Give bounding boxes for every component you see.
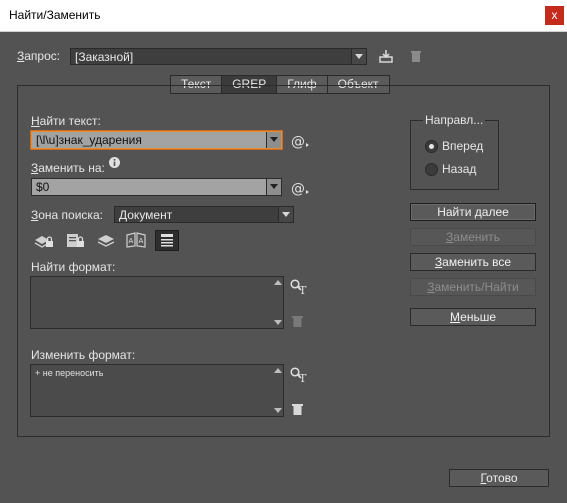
svg-text:T: T [299, 372, 307, 383]
svg-text:@: @ [291, 181, 305, 196]
scroll-down-icon[interactable] [274, 408, 282, 413]
at-sign-menu-icon[interactable]: @ [291, 180, 311, 197]
direction-group [410, 120, 499, 190]
trash-icon [292, 315, 303, 327]
close-icon: x [551, 8, 558, 22]
master-pages-icon[interactable]: AA [126, 232, 146, 248]
search-zone-select[interactable]: Документ [114, 206, 294, 223]
specify-format-icon[interactable]: T [290, 279, 308, 297]
change-format-label: Изменить формат: [31, 348, 136, 362]
query-label: Запрос: [17, 49, 61, 63]
change-format-box[interactable]: + не переносить [30, 364, 284, 417]
trash-icon[interactable] [410, 49, 422, 63]
find-format-box[interactable] [30, 276, 284, 329]
query-value: [Заказной] [75, 50, 134, 64]
chevron-down-icon [266, 179, 281, 195]
close-button[interactable]: x [545, 6, 564, 25]
scroll-down-icon[interactable] [274, 320, 282, 325]
done-button[interactable]: Готово [449, 469, 549, 487]
chevron-down-icon [351, 49, 366, 64]
radio-backward-label: Назад [442, 162, 477, 176]
replace-all-button[interactable]: Заменить все [410, 253, 536, 271]
radio-forward[interactable] [425, 140, 438, 153]
find-label: Найти текст: [31, 114, 101, 128]
replace-button[interactable]: Заменить [410, 228, 536, 246]
find-format-label: Найти формат: [31, 260, 116, 274]
radio-forward-label: Вперед [442, 139, 484, 153]
search-zone-label: Зона поиска: [31, 208, 103, 222]
window-title: Найти/Заменить [9, 8, 101, 22]
scrollbar[interactable] [273, 365, 283, 416]
chevron-down-icon [278, 207, 293, 222]
query-select[interactable]: [Заказной] [70, 48, 367, 65]
replace-find-button[interactable]: Заменить/Найти [410, 278, 536, 296]
find-what-input[interactable]: [\l\u]знак_ударения [31, 131, 282, 149]
fewer-options-button[interactable]: Меньше [410, 308, 536, 326]
replace-with-input[interactable]: $0 [31, 178, 282, 196]
replace-value: $0 [36, 180, 50, 194]
scroll-up-icon[interactable] [274, 368, 282, 373]
footnotes-icon[interactable] [155, 230, 179, 251]
svg-text:T: T [299, 284, 307, 295]
specify-format-icon[interactable]: T [290, 367, 308, 385]
trash-icon[interactable] [292, 403, 303, 415]
chevron-down-icon [266, 132, 281, 148]
title-bar: Найти/Заменить x [0, 0, 567, 32]
svg-text:A: A [129, 237, 134, 245]
replace-label: Заменить на: [31, 161, 105, 175]
svg-text:A: A [139, 237, 144, 245]
scroll-up-icon[interactable] [274, 280, 282, 285]
search-zone-value: Документ [119, 208, 173, 222]
info-icon[interactable] [109, 157, 120, 168]
at-sign-menu-icon[interactable]: @ [291, 133, 311, 150]
format-item: + не переносить [35, 368, 104, 378]
locked-layers-icon[interactable] [34, 232, 54, 248]
locked-stories-icon[interactable] [65, 232, 85, 248]
find-next-button[interactable]: Найти далее [410, 203, 536, 221]
scrollbar[interactable] [273, 277, 283, 328]
direction-title: Направл... [423, 113, 486, 127]
radio-backward[interactable] [425, 163, 438, 176]
find-value: [\l\u]знак_ударения [36, 133, 142, 147]
hidden-layers-icon[interactable] [96, 232, 116, 248]
save-query-icon[interactable] [379, 49, 393, 63]
svg-text:@: @ [291, 134, 305, 149]
